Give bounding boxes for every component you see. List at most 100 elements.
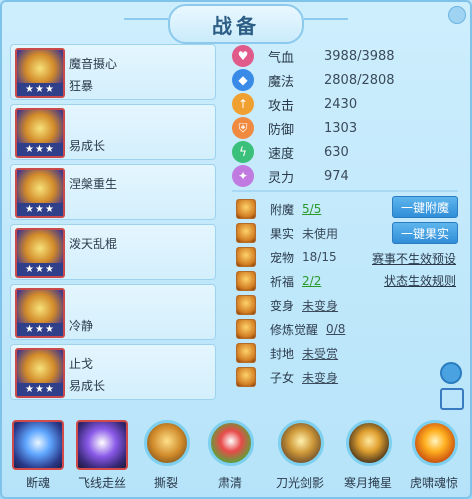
attr-row-child: 子女 未变身	[236, 366, 338, 388]
stat-value: 2808/2808	[324, 72, 395, 88]
section-divider	[232, 190, 458, 192]
skill-icon: ★★★	[15, 48, 65, 98]
close-button[interactable]	[448, 6, 466, 24]
attr-row-cultivation: 修炼觉醒 0/8	[236, 318, 345, 340]
attr-value[interactable]: 未变身	[302, 297, 338, 314]
stat-label: 灵力	[268, 170, 295, 186]
attr-label: 附魔	[270, 202, 295, 217]
skill-icon: ★★★	[15, 168, 65, 218]
attr-row-transform: 变身 未变身	[236, 294, 338, 316]
skill-trait: 易成长	[69, 379, 106, 393]
star-rating: ★★★	[17, 383, 63, 396]
stat-label: 气血	[268, 50, 295, 66]
enchant-icon	[236, 199, 256, 219]
cultivation-icon	[236, 319, 256, 339]
title-ornament-right	[304, 18, 348, 20]
attr-value[interactable]: 未变身	[302, 369, 338, 386]
bottom-skill-label: 撕裂	[153, 476, 178, 490]
pet-icon	[236, 247, 256, 267]
skill-icon	[144, 420, 190, 466]
attr-row-enchant: 附魔 5/5	[236, 198, 321, 220]
stat-value: 3988/3988	[324, 48, 395, 64]
bottom-skill[interactable]: 撕裂	[134, 418, 198, 496]
skill-icon	[12, 420, 64, 470]
fruit-icon	[236, 223, 256, 243]
shield-icon: ⛨	[232, 117, 254, 139]
skill-name: 魔音摄心	[69, 57, 118, 71]
bottom-skill[interactable]: 刀光剑影	[268, 418, 332, 496]
attr-label: 变身	[270, 298, 295, 313]
one-click-enchant-button[interactable]: 一键附魔	[392, 196, 458, 218]
attr-value: 18/15	[302, 250, 337, 264]
stat-label: 魔法	[268, 74, 295, 90]
star-rating: ★★★	[17, 83, 63, 96]
skill-row[interactable]: ★★★ 泼天乱棍	[10, 224, 216, 280]
skill-icon: ★★★	[15, 228, 65, 278]
attr-value[interactable]: 未受赏	[302, 345, 338, 362]
star-rating: ★★★	[17, 323, 63, 336]
attr-label: 果实	[270, 226, 295, 241]
attr-row-blessing: 祈福 2/2	[236, 270, 321, 292]
bottom-skill[interactable]: 虎啸魂惊	[402, 418, 466, 496]
skill-row[interactable]: ★★★ 魔音摄心 狂暴	[10, 44, 216, 100]
lightning-icon: ϟ	[232, 141, 254, 163]
title-banner: 战备	[168, 4, 304, 44]
bottom-skill-label: 刀光剑影	[275, 476, 324, 490]
bottom-skill[interactable]: 肃清	[198, 418, 262, 496]
skill-row[interactable]: ★★★ 涅槃重生	[10, 164, 216, 220]
transform-icon	[236, 295, 256, 315]
stat-value: 630	[324, 144, 349, 160]
refresh-icon[interactable]	[440, 362, 462, 384]
skill-row[interactable]: ★★★ 冷静	[10, 284, 216, 340]
bottom-skill-label: 断魂	[25, 476, 50, 490]
stat-value: 1303	[324, 120, 358, 136]
attr-row-fruit: 果实 未使用	[236, 222, 338, 244]
skill-row[interactable]: ★★★ 止戈 易成长	[10, 344, 216, 400]
skill-icon: ★★★	[15, 288, 65, 338]
one-click-fruit-button[interactable]: 一键果实	[392, 222, 458, 244]
skill-icon: ★★★	[15, 348, 65, 398]
title-ornament-left	[124, 18, 168, 20]
stat-row-hp: ♥ 气血 3988/3988	[232, 44, 462, 68]
skill-icon	[76, 420, 128, 470]
bottom-skill-label: 肃清	[217, 476, 242, 490]
stat-row-mp: ◆ 魔法 2808/2808	[232, 68, 462, 92]
bottom-skill[interactable]: 飞线走丝	[70, 418, 134, 496]
star-rating: ★★★	[17, 203, 63, 216]
skill-trait: 冷静	[69, 319, 94, 333]
skill-name: 止戈	[69, 357, 94, 371]
bottom-skill-label: 飞线走丝	[77, 476, 126, 490]
bottom-skill-label: 寒月掩星	[343, 476, 392, 490]
stat-row-attack: ↑ 攻击 2430	[232, 92, 462, 116]
stat-value: 2430	[324, 96, 358, 112]
skill-row[interactable]: ★★★ 易成长	[10, 104, 216, 160]
bottom-skill[interactable]: 断魂	[6, 418, 70, 496]
share-icon[interactable]	[440, 388, 464, 410]
skill-icon	[208, 420, 254, 466]
stat-row-spirit: ✦ 灵力 974	[232, 164, 462, 188]
attr-value: 2/2	[302, 274, 322, 288]
preset-link[interactable]: 赛事不生效预设	[372, 250, 456, 267]
skill-trait: 易成长	[69, 139, 106, 153]
star-rating: ★★★	[17, 263, 63, 276]
skill-trait: 狂暴	[69, 79, 94, 93]
attr-label: 祈福	[270, 274, 295, 289]
rules-link[interactable]: 状态生效规则	[384, 272, 456, 289]
child-icon	[236, 367, 256, 387]
stat-label: 速度	[268, 146, 295, 162]
attr-label: 宠物	[270, 250, 295, 265]
page-title: 战备	[212, 13, 260, 38]
diamond-icon: ◆	[232, 69, 254, 91]
bottom-skill-bar: 断魂 飞线走丝 撕裂 肃清 刀光剑影 寒月掩星 虎啸魂惊	[6, 412, 466, 496]
stat-value: 974	[324, 168, 349, 184]
bottom-skill[interactable]: 寒月掩星	[336, 418, 400, 496]
skill-icon	[412, 420, 458, 466]
skill-icon	[278, 420, 324, 466]
stat-row-speed: ϟ 速度 630	[232, 140, 462, 164]
stat-label: 防御	[268, 122, 295, 138]
stat-row-defense: ⛨ 防御 1303	[232, 116, 462, 140]
attr-value[interactable]: 0/8	[326, 322, 345, 336]
attr-label: 封地	[270, 346, 295, 361]
blessing-icon	[236, 271, 256, 291]
stat-label: 攻击	[268, 98, 295, 114]
